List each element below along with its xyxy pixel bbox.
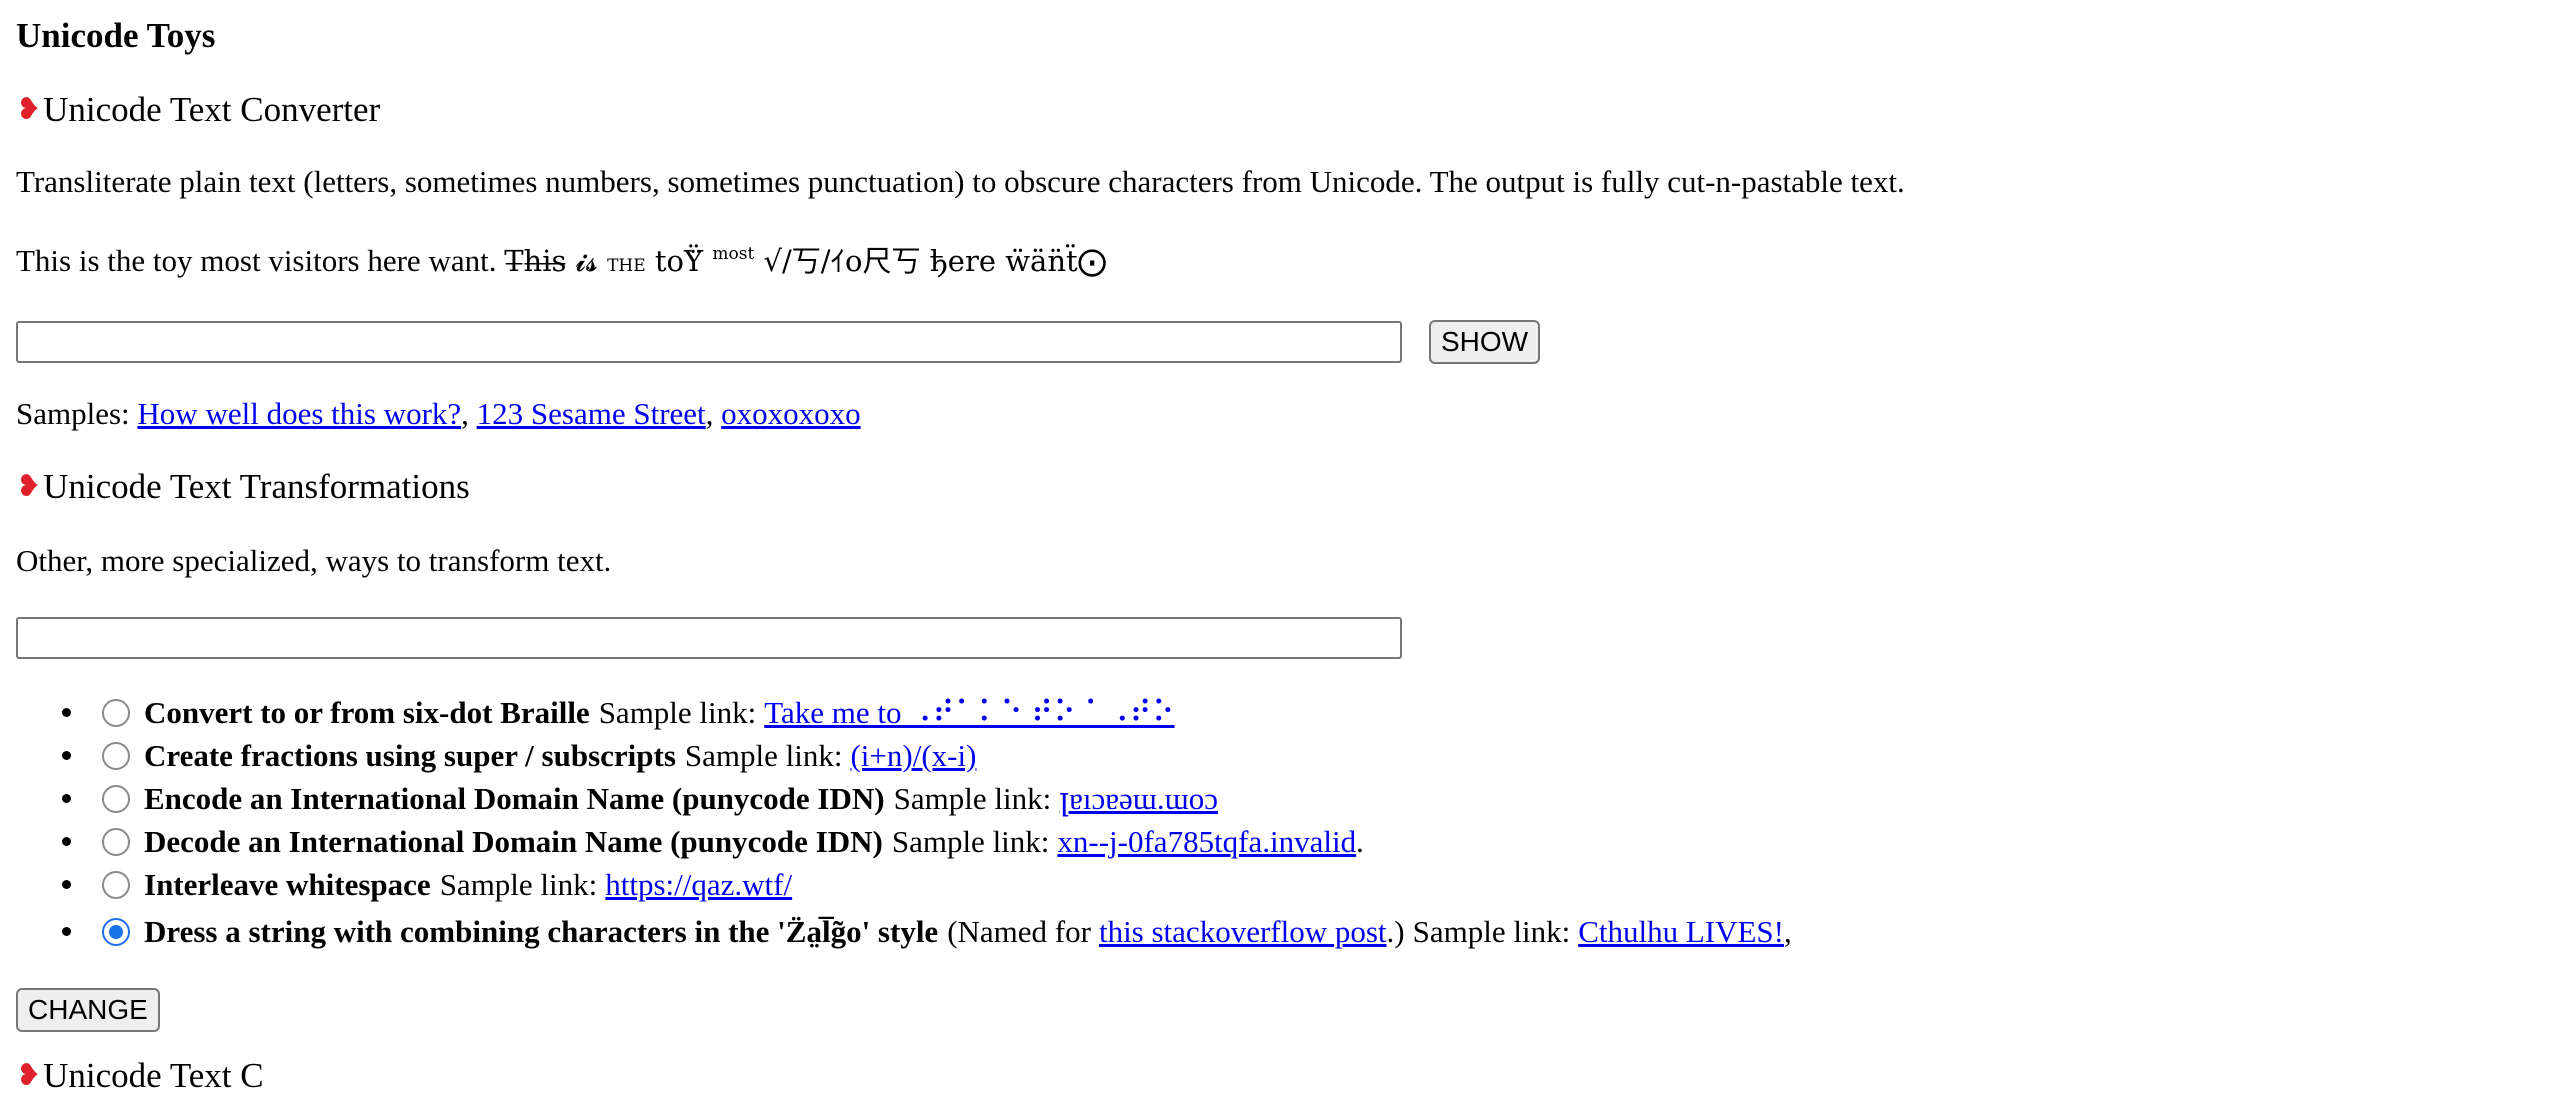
- fancy-word-tiny: most: [712, 244, 755, 264]
- converter-heading-label: Unicode Text Converter: [43, 90, 381, 129]
- sample-link-label: Sample link:: [684, 738, 843, 773]
- named-suffix: .): [1386, 914, 1405, 949]
- option-label: Dress a string with combining characters…: [144, 914, 939, 949]
- converter-intro: This is the toy most visitors here want.…: [16, 245, 1107, 276]
- option-label: Decode an International Domain Name (pun…: [144, 824, 883, 859]
- bullet-icon: [62, 927, 71, 936]
- transformations-input[interactable]: [16, 617, 1402, 659]
- bullet-icon: [62, 794, 71, 803]
- show-button[interactable]: SHOW: [1429, 320, 1541, 364]
- bullet-icon: [62, 751, 71, 760]
- option-sample-link[interactable]: xn--j-0fa785tqfa.invalid: [1057, 826, 1356, 857]
- page: Unicode Toys ❥ Unicode Text Converter Tr…: [0, 0, 2560, 1093]
- option-sample-link[interactable]: https://qaz.wtf/: [605, 869, 792, 900]
- heart-icon: ❥: [16, 91, 42, 127]
- option-suffix: ,: [1784, 914, 1792, 949]
- option-braille: Convert to or from six-dot Braille Sampl…: [62, 697, 1175, 728]
- sample-link-label: Sample link:: [891, 824, 1050, 859]
- sample-link-oxo[interactable]: oxoxoxoxo: [721, 396, 861, 431]
- fancy-word-diaeresis: toŸ̈: [654, 244, 704, 278]
- fancy-text-demo: T̶h̶i̶s̶ 𝓲𝓼 the toŸ̈ most √/丂/ｲo尺丂 ђere …: [504, 244, 1106, 278]
- radio-whitespace[interactable]: [102, 870, 130, 899]
- sample-link-sesame[interactable]: 123 Sesame Street: [477, 396, 706, 431]
- sample-link-how-well[interactable]: How well does this work?: [137, 396, 461, 431]
- transformations-heading[interactable]: ❥ Unicode Text Transformations: [16, 469, 470, 504]
- samples-row: Samples: How well does this work?, 123 S…: [16, 396, 861, 431]
- sample-link-label: Sample link:: [893, 781, 1052, 816]
- option-sample-link[interactable]: ꞁɐıɔɐǝɯ.ɯoɔ: [1059, 783, 1218, 814]
- heart-icon: ❥: [16, 468, 42, 504]
- transformations-description: Other, more specialized, ways to transfo…: [16, 543, 612, 578]
- fancy-word-cyrillic: ђere: [929, 244, 996, 278]
- page-title: Unicode Toys: [16, 16, 216, 55]
- radio-fractions[interactable]: [102, 741, 130, 770]
- radio-encode-idn[interactable]: [102, 784, 130, 813]
- radio-zalgo[interactable]: [102, 917, 130, 946]
- intro-plain-text: This is the toy most visitors here want.: [16, 243, 497, 278]
- bullet-icon: [62, 837, 71, 846]
- option-whitespace: Interleave whitespace Sample link: https…: [62, 869, 792, 900]
- fancy-circle-dot: ⨀: [1077, 244, 1107, 278]
- converter-heading[interactable]: ❥ Unicode Text Converter: [16, 92, 380, 127]
- next-section-heading-label: Unicode Text C: [43, 1056, 264, 1095]
- named-prefix: (Named for: [947, 914, 1091, 949]
- bullet-icon: [62, 708, 71, 717]
- radio-decode-idn[interactable]: [102, 827, 130, 856]
- stackoverflow-link[interactable]: this stackoverflow post: [1099, 916, 1387, 947]
- converter-input[interactable]: [16, 321, 1402, 363]
- fancy-word-script: 𝓲𝓼: [575, 244, 598, 278]
- option-zalgo: Dress a string with combining characters…: [62, 916, 1792, 947]
- option-fractions: Create fractions using super / subscript…: [62, 740, 976, 771]
- sample-link-label: Sample link:: [1412, 914, 1571, 949]
- option-sample-link[interactable]: Take me to ⠠⠞⠁⠅⠑ ⠞⠕ ⠁⠠⠞⠕: [764, 697, 1174, 728]
- option-encode-idn: Encode an International Domain Name (pun…: [62, 783, 1218, 814]
- radio-braille[interactable]: [102, 698, 130, 727]
- transformations-heading-label: Unicode Text Transformations: [43, 467, 470, 506]
- option-suffix: .: [1356, 824, 1364, 859]
- option-label: Interleave whitespace: [144, 867, 431, 902]
- heart-icon: ❥: [16, 1057, 42, 1093]
- samples-label: Samples:: [16, 396, 130, 431]
- converter-description: Transliterate plain text (letters, somet…: [16, 164, 1905, 199]
- next-section-heading[interactable]: ❥ Unicode Text C: [16, 1058, 264, 1093]
- option-sample-link[interactable]: (i+n)/(x-i): [850, 740, 976, 771]
- option-sample-link[interactable]: Cthulhu LIVES!: [1578, 916, 1784, 947]
- option-label: Create fractions using super / subscript…: [144, 738, 676, 773]
- change-button[interactable]: CHANGE: [16, 988, 160, 1032]
- fancy-word-umlaut: ẅän̈ẗ: [1005, 244, 1078, 278]
- fancy-word-cjk: √/丂/ｲo尺丂: [763, 244, 921, 278]
- sample-link-label: Sample link:: [598, 695, 757, 730]
- option-decode-idn: Decode an International Domain Name (pun…: [62, 826, 1364, 857]
- fancy-word-smallcaps: the: [607, 249, 646, 277]
- sample-link-label: Sample link:: [439, 867, 598, 902]
- option-label: Encode an International Domain Name (pun…: [144, 781, 885, 816]
- option-label: Convert to or from six-dot Braille: [144, 695, 590, 730]
- bullet-icon: [62, 880, 71, 889]
- fancy-word-strike: T̶h̶i̶s̶: [504, 244, 567, 278]
